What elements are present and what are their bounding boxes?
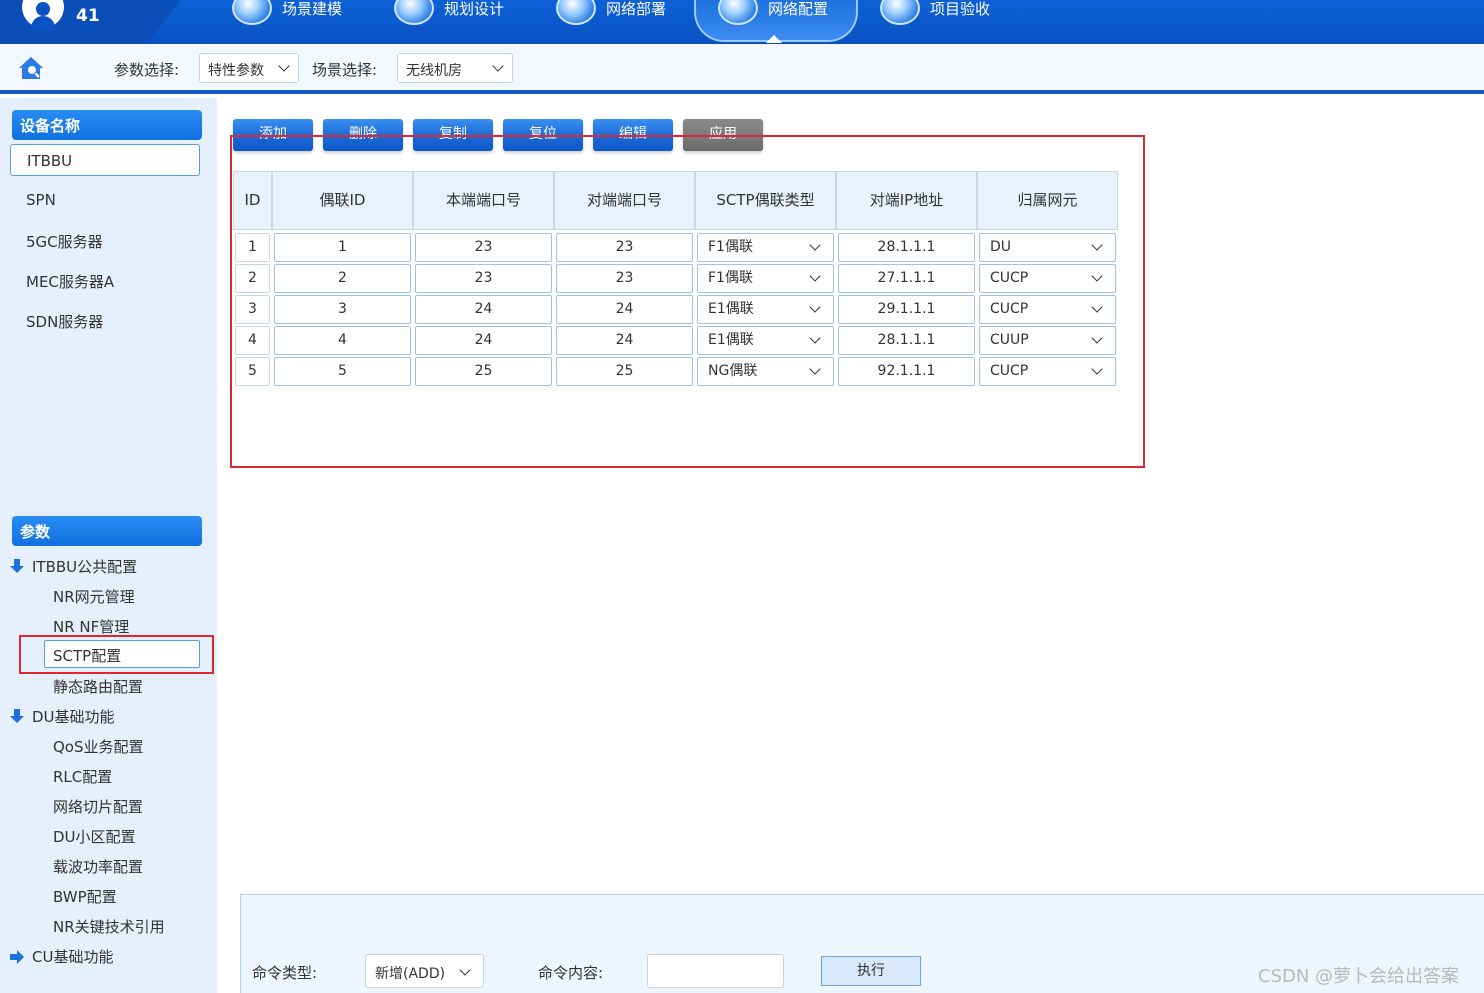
tree-item-static-route[interactable]: 静态路由配置 xyxy=(53,676,143,697)
tree-item-carrier-power[interactable]: 载波功率配置 xyxy=(53,856,143,877)
globe-icon xyxy=(556,0,596,25)
highlight-box-sctp xyxy=(19,635,214,674)
tree-item-du-cell[interactable]: DU小区配置 xyxy=(53,826,136,847)
tree-item-qos[interactable]: QoS业务配置 xyxy=(53,736,144,757)
tree-group-label: CU基础功能 xyxy=(32,948,114,966)
tree-group-label: DU基础功能 xyxy=(32,708,115,726)
tree-item-nr-key-tech[interactable]: NR关键技术引用 xyxy=(53,916,165,937)
nav-scene-modeling[interactable]: 场景建模 xyxy=(232,0,342,26)
nav-network-deploy[interactable]: 网络部署 xyxy=(556,0,666,26)
monitor-icon xyxy=(718,0,758,25)
param-header: 参数 xyxy=(12,516,202,546)
execute-button[interactable]: 执行 xyxy=(821,956,921,986)
nav-planning-design[interactable]: 规划设计 xyxy=(394,0,504,26)
tree-group-itbbu-common[interactable]: ITBBU公共配置 xyxy=(10,556,137,577)
layers-icon xyxy=(232,0,272,25)
scene-select-value: 无线机房 xyxy=(406,63,462,79)
param-select[interactable]: 特性参数 xyxy=(199,53,299,83)
checklist-icon xyxy=(880,0,920,25)
command-type-select[interactable]: 新增(ADD) xyxy=(365,954,484,988)
user-avatar-icon[interactable] xyxy=(22,0,64,30)
tree-group-label: ITBBU公共配置 xyxy=(32,558,138,576)
tree-item-rlc[interactable]: RLC配置 xyxy=(53,766,112,787)
nav-label: 网络部署 xyxy=(606,0,667,18)
tree-item-slice[interactable]: 网络切片配置 xyxy=(53,796,143,817)
device-item-mec[interactable]: MEC服务器A xyxy=(10,264,200,296)
scene-select[interactable]: 无线机房 xyxy=(397,53,513,83)
command-content-input[interactable] xyxy=(647,954,784,988)
param-select-label: 参数选择: xyxy=(114,61,180,79)
command-type-value: 新增(ADD) xyxy=(375,966,446,982)
user-block: 41 xyxy=(0,0,180,44)
chevron-down-icon xyxy=(492,60,504,72)
device-item-spn[interactable]: SPN xyxy=(10,184,200,216)
tree-item-nr-ne[interactable]: NR网元管理 xyxy=(53,586,135,607)
highlight-box-table xyxy=(230,135,1145,468)
param-select-value: 特性参数 xyxy=(208,63,264,79)
nav-project-acceptance[interactable]: 项目验收 xyxy=(880,0,990,26)
nav-label: 场景建模 xyxy=(282,0,343,18)
watermark-text: CSDN @萝卜会给出答案 xyxy=(1258,966,1460,987)
filter-bar: 参数选择: 特性参数 场景选择: 无线机房 xyxy=(0,44,1484,94)
compass-icon xyxy=(394,0,434,25)
nav-label: 项目验收 xyxy=(930,0,991,18)
expand-down-icon xyxy=(10,558,24,575)
device-item-5gc[interactable]: 5GC服务器 xyxy=(10,224,200,256)
tree-group-du-basic[interactable]: DU基础功能 xyxy=(10,706,115,727)
user-number: 41 xyxy=(76,6,100,26)
expand-right-icon xyxy=(10,949,24,964)
nav-label: 规划设计 xyxy=(444,0,505,18)
device-item-itbbu[interactable]: ITBBU xyxy=(10,144,200,176)
home-search-icon[interactable] xyxy=(16,54,46,82)
scene-select-label: 场景选择: xyxy=(312,61,378,79)
nav-label: 网络配置 xyxy=(768,0,829,18)
tree-item-bwp[interactable]: BWP配置 xyxy=(53,886,117,907)
nav-network-config[interactable]: 网络配置 xyxy=(718,0,828,26)
top-nav-bar: 41 场景建模 规划设计 网络部署 网络配置 项目验收 xyxy=(0,0,1484,44)
device-name-header: 设备名称 xyxy=(12,110,202,140)
tree-group-cu-basic[interactable]: CU基础功能 xyxy=(10,946,113,967)
command-type-label: 命令类型: xyxy=(252,964,318,982)
tree-item-nr-nf[interactable]: NR NF管理 xyxy=(53,616,129,637)
device-item-sdn[interactable]: SDN服务器 xyxy=(10,304,200,336)
command-content-label: 命令内容: xyxy=(538,964,604,982)
chevron-down-icon xyxy=(459,964,471,976)
expand-down-icon xyxy=(10,708,24,725)
chevron-down-icon xyxy=(278,60,290,72)
